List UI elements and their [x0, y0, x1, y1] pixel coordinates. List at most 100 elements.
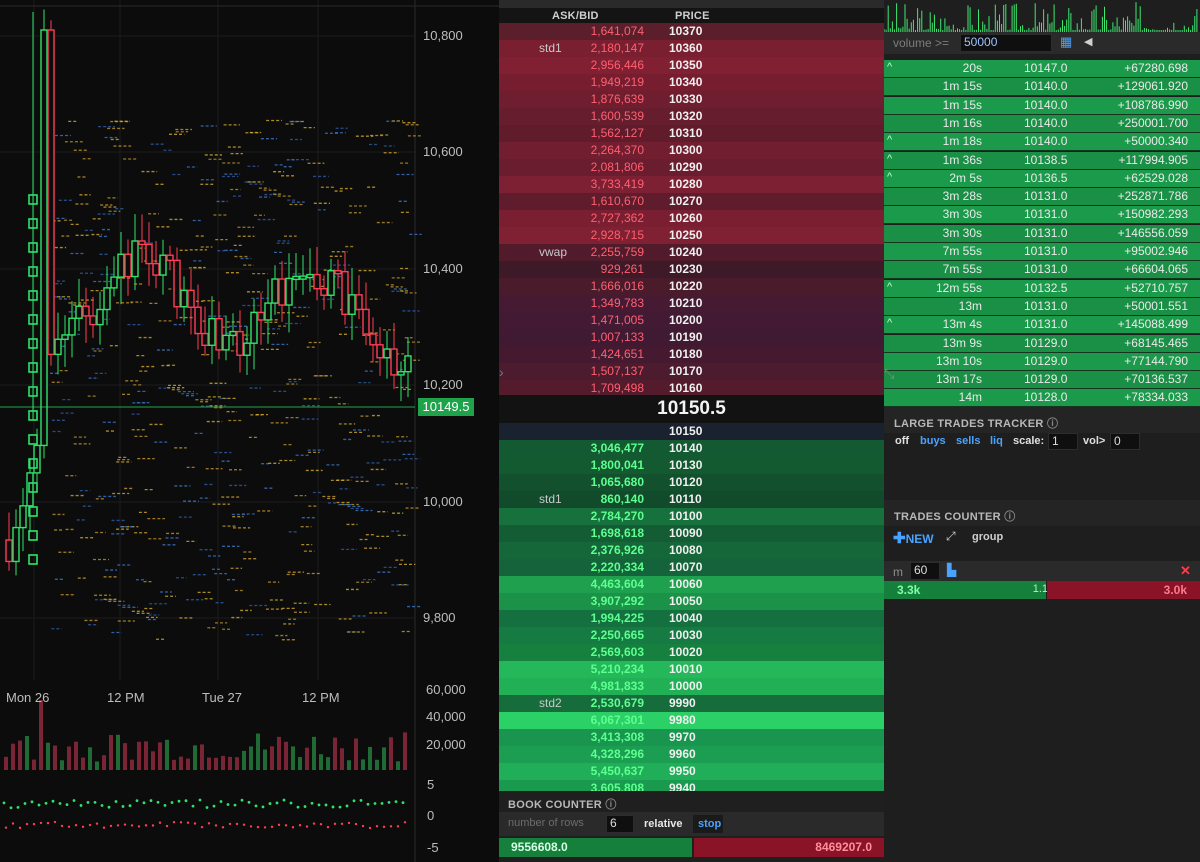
bid-row[interactable]: 5,450,637 9950 — [499, 763, 884, 780]
trade-row[interactable]: 1m 15s 10140.0 +129061.920 — [884, 78, 1200, 97]
bid-qty: 2,569,603 — [590, 645, 644, 659]
stop-button[interactable]: stop — [698, 818, 721, 830]
ask-row[interactable]: 2,264,370 10300 — [499, 142, 884, 159]
osc-dot — [107, 805, 111, 809]
ask-row[interactable]: 1,610,670 10270 — [499, 193, 884, 210]
bid-row[interactable]: 6,067,301 9980 — [499, 712, 884, 729]
group-button[interactable]: group — [972, 531, 1003, 543]
bid-row[interactable]: 3,413,308 9970 — [499, 729, 884, 746]
ask-row[interactable]: 2,081,806 10290 — [499, 159, 884, 176]
trade-row[interactable]: 13m 17s 10129.0 +70136.537 — [884, 371, 1200, 390]
ask-row[interactable]: 2,928,715 10250 — [499, 227, 884, 244]
ask-row[interactable]: 1,349,783 10210 — [499, 295, 884, 312]
bid-row[interactable]: 10150 — [499, 423, 884, 440]
bid-row[interactable]: 1,994,225 10040 — [499, 610, 884, 627]
osc-dot — [60, 824, 64, 828]
relative-toggle[interactable]: relative — [644, 818, 683, 830]
off-toggle[interactable]: off — [895, 435, 909, 447]
ask-row[interactable]: 1,600,539 10320 — [499, 108, 884, 125]
bid-row[interactable]: 3,907,292 10050 — [499, 593, 884, 610]
ask-row[interactable]: 2,956,446 10350 — [499, 57, 884, 74]
ask-row[interactable]: 1,641,074 10370 — [499, 23, 884, 40]
bid-row[interactable]: 2,784,270 10100 — [499, 508, 884, 525]
ask-row[interactable]: 1,949,219 10340 — [499, 74, 884, 91]
bid-row[interactable]: std1 860,140 10110 — [499, 491, 884, 508]
price-chart[interactable]: 10,800 10,600 10,400 10,200 10,000 9,800 1014… — [0, 0, 500, 862]
bid-row[interactable]: 1,800,041 10130 — [499, 457, 884, 474]
counter-sell-bar: 3.0k — [1047, 581, 1200, 599]
expand-icon[interactable]: ⤢ — [946, 529, 956, 544]
rows-input[interactable]: 6 — [606, 815, 634, 833]
ask-row[interactable]: 1,876,639 10330 — [499, 91, 884, 108]
bid-row[interactable]: 2,569,603 10020 — [499, 644, 884, 661]
trade-row[interactable]: ^ 1m 36s 10138.5 +117994.905 — [884, 151, 1200, 170]
bid-row[interactable]: 4,328,296 9960 — [499, 746, 884, 763]
mute-icon[interactable]: ◀ — [1084, 35, 1092, 48]
trade-amount: +66604.065 — [1124, 262, 1188, 277]
bid-row[interactable]: 5,210,234 10010 — [499, 661, 884, 678]
trade-row[interactable]: ^ 12m 55s 10132.5 +52710.757 — [884, 279, 1200, 298]
info-icon[interactable]: ⓘ — [605, 799, 616, 811]
collapse-left-icon[interactable]: › — [499, 364, 509, 384]
bid-row[interactable]: 2,250,665 10030 — [499, 627, 884, 644]
calculator-icon[interactable]: ▦ — [1060, 34, 1072, 50]
new-counter-button[interactable]: ✚NEW — [893, 529, 934, 547]
osc-dot — [135, 799, 139, 803]
liq-toggle[interactable]: liq — [990, 435, 1003, 447]
sells-toggle[interactable]: sells — [956, 435, 980, 447]
osc-dot — [44, 801, 48, 805]
bid-row[interactable]: 4,463,604 10060 — [499, 576, 884, 593]
trade-row[interactable]: 3m 30s 10131.0 +150982.293 — [884, 206, 1200, 225]
bid-row[interactable]: std2 2,530,679 9990 — [499, 695, 884, 712]
close-icon[interactable]: ✕ — [1180, 563, 1191, 579]
osc-dot — [25, 822, 29, 826]
ask-row[interactable]: std1 2,180,147 10360 — [499, 40, 884, 57]
volume-input[interactable]: 50000 — [960, 34, 1052, 52]
ask-row[interactable]: 1,471,005 10200 — [499, 312, 884, 329]
trade-row[interactable]: 14m 10128.0 +78334.033 — [884, 389, 1200, 408]
trade-row[interactable]: 13m 10s 10129.0 +77144.790 — [884, 352, 1200, 371]
bid-row[interactable]: 2,376,926 10080 — [499, 542, 884, 559]
trade-row[interactable]: 7m 55s 10131.0 +95002.946 — [884, 243, 1200, 261]
trade-row[interactable]: ^ 13m 4s 10131.0 +145088.499 — [884, 316, 1200, 335]
bid-row[interactable]: 1,065,680 10120 — [499, 474, 884, 491]
ask-row[interactable]: 1,507,137 10170 — [499, 363, 884, 380]
trade-row[interactable]: 3m 28s 10131.0 +252871.786 — [884, 188, 1200, 207]
ask-row[interactable]: 929,261 10230 — [499, 261, 884, 278]
trade-row[interactable]: 7m 55s 10131.0 +66604.065 — [884, 261, 1200, 280]
ask-row[interactable]: vwap 2,255,759 10240 — [499, 244, 884, 261]
info-icon[interactable]: ⓘ — [1047, 418, 1058, 430]
minutes-input[interactable]: 60 — [910, 562, 940, 580]
trade-row[interactable]: ^ 2m 5s 10136.5 +62529.028 — [884, 169, 1200, 188]
bid-row[interactable]: 2,220,334 10070 — [499, 559, 884, 576]
bid-row[interactable]: 1,698,618 10090 — [499, 525, 884, 542]
candle-body — [285, 277, 293, 306]
trade-row[interactable]: ^ 20s 10147.0 +67280.698 — [884, 60, 1200, 78]
chart-icon[interactable]: ▙ — [947, 563, 956, 577]
vol-input[interactable]: 0 — [1110, 433, 1140, 450]
trade-row[interactable]: 1m 15s 10140.0 +108786.990 — [884, 96, 1200, 115]
ask-row[interactable]: 2,727,362 10260 — [499, 210, 884, 227]
trade-price: 10131.0 — [1024, 189, 1068, 204]
trade-row[interactable]: ^ 1m 18s 10140.0 +50000.340 — [884, 133, 1200, 152]
ask-row[interactable]: 1,424,651 10180 — [499, 346, 884, 363]
osc-dot — [88, 823, 92, 827]
trade-row[interactable]: 13m 9s 10129.0 +68145.465 — [884, 334, 1200, 353]
trade-amount: +250001.700 — [1117, 115, 1188, 130]
info-icon[interactable]: ⓘ — [1004, 511, 1015, 523]
trade-row[interactable]: 1m 16s 10140.0 +250001.700 — [884, 114, 1200, 133]
bid-row[interactable]: 4,981,833 10000 — [499, 678, 884, 695]
volume-bar — [46, 742, 50, 770]
buys-toggle[interactable]: buys — [920, 435, 946, 447]
collapse-right-icon[interactable]: ⤡ — [884, 366, 898, 386]
trade-row[interactable]: 13m 10131.0 +50001.551 — [884, 297, 1200, 316]
ask-row[interactable]: 1,007,133 10190 — [499, 329, 884, 346]
volume-bar — [88, 747, 92, 770]
ask-row[interactable]: 1,562,127 10310 — [499, 125, 884, 142]
trade-row[interactable]: 3m 30s 10131.0 +146556.059 — [884, 224, 1200, 243]
chart-canvas[interactable] — [0, 0, 500, 862]
scale-input[interactable]: 1 — [1048, 433, 1078, 450]
bid-row[interactable]: 3,046,477 10140 — [499, 440, 884, 457]
ask-row[interactable]: 3,733,419 10280 — [499, 176, 884, 193]
ask-row[interactable]: 1,666,016 10220 — [499, 278, 884, 295]
